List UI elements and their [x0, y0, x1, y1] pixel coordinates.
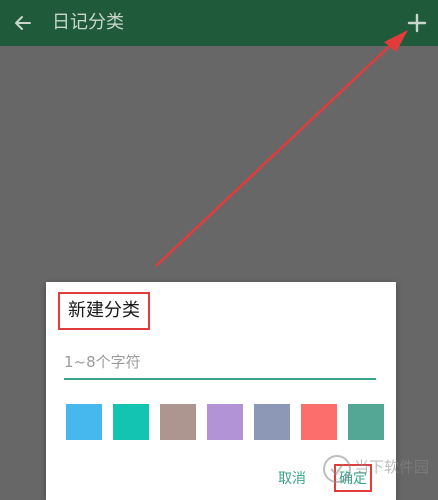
app-screen: 日记分类 新建分类 取消 确定 当下软件园 — [0, 0, 438, 500]
color-swatch[interactable] — [66, 404, 102, 440]
color-swatch[interactable] — [301, 404, 337, 440]
page-title: 日记分类 — [52, 12, 124, 33]
annotation-arrow-line — [155, 39, 397, 267]
color-swatch[interactable] — [254, 404, 290, 440]
color-swatch[interactable] — [207, 404, 243, 440]
confirm-button[interactable]: 确定 — [334, 464, 372, 492]
add-category-button[interactable] — [402, 8, 432, 38]
new-category-dialog: 新建分类 取消 确定 — [46, 282, 396, 500]
plus-icon — [407, 13, 427, 33]
dialog-title: 新建分类 — [58, 292, 150, 330]
back-button[interactable] — [8, 8, 38, 38]
category-name-input[interactable] — [64, 348, 376, 380]
arrow-left-icon — [15, 16, 31, 30]
color-swatch[interactable] — [160, 404, 196, 440]
color-swatch[interactable] — [348, 404, 384, 440]
color-swatch-row — [66, 404, 384, 440]
cancel-button[interactable]: 取消 — [278, 468, 306, 488]
color-swatch[interactable] — [113, 404, 149, 440]
top-app-bar: 日记分类 — [0, 0, 438, 46]
